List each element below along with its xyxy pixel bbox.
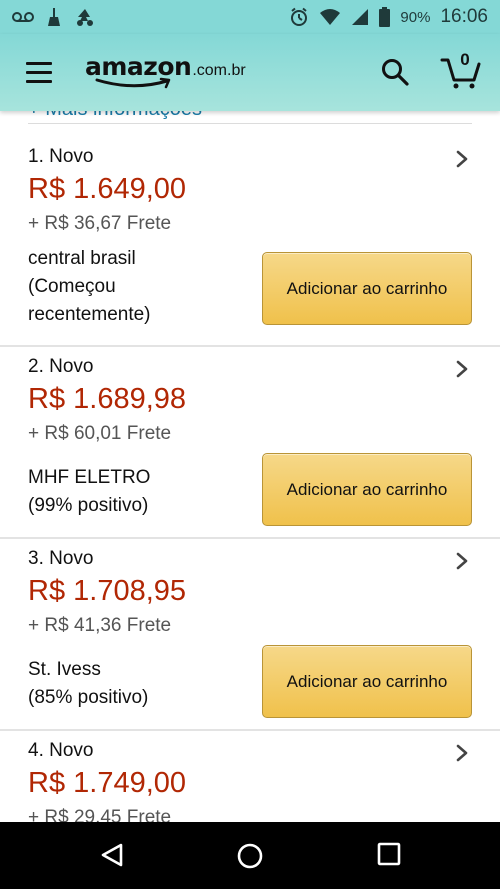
offer-price: R$ 1.649,00 [28,173,187,205]
battery-icon [379,7,391,27]
offer-shipping: + R$ 60,01 Frete [28,423,172,444]
seller-rating-detail: recentemente) [28,304,151,325]
back-icon[interactable] [99,842,125,868]
home-icon[interactable] [236,842,264,870]
recycle-icon [74,7,96,27]
signal-icon [351,8,369,26]
offer-row[interactable]: 2. Novo R$ 1.689,98 + R$ 60,01 Frete MHF… [0,347,500,538]
offer-row[interactable]: 1. Novo R$ 1.649,00 + R$ 36,67 Frete cen… [0,111,500,347]
battery-percent: 90% [400,8,431,26]
offer-title: 3. Novo [28,548,94,569]
broom-icon [46,7,62,27]
chevron-right-icon[interactable] [455,150,469,168]
chevron-right-icon[interactable] [455,744,469,762]
amazon-logo[interactable]: amazon .com.br [85,52,246,91]
chevron-right-icon[interactable] [455,360,469,378]
status-right-icons: 90% 16:06 [289,6,488,28]
offer-title: 2. Novo [28,356,94,377]
chevron-right-icon[interactable] [455,552,469,570]
offer-price: R$ 1.708,95 [28,575,187,607]
logo-domain: .com.br [192,62,246,79]
seller-name[interactable]: central brasil [28,245,136,273]
seller-name[interactable]: MHF ELETRO [28,464,150,492]
seller-rating: (Começou [28,276,116,297]
offer-title: 4. Novo [28,740,94,761]
offer-price: R$ 1.749,00 [28,767,187,799]
offer-shipping: + R$ 36,67 Frete [28,213,172,234]
add-to-cart-button[interactable]: Adicionar ao carrinho [262,645,472,718]
seller-name[interactable]: St. Ivess [28,656,101,684]
add-to-cart-button[interactable]: Adicionar ao carrinho [262,252,472,325]
cart-count: 0 [460,50,470,69]
status-left-icons [12,7,96,27]
seller-rating: (85% positivo) [28,687,149,708]
offer-row[interactable]: 4. Novo R$ 1.749,00 + R$ 29,45 Frete [0,731,500,822]
alarm-icon [289,7,309,27]
app-header: amazon .com.br [0,34,500,111]
smile-arrow-icon [95,77,171,89]
offer-row[interactable]: 3. Novo R$ 1.708,95 + R$ 41,36 Frete St.… [0,539,500,730]
voicemail-icon [12,11,34,23]
offer-shipping: + R$ 41,36 Frete [28,615,172,636]
search-icon[interactable] [381,58,409,86]
clock-time: 16:06 [440,6,488,27]
offer-shipping: + R$ 29,45 Frete [28,807,172,822]
wifi-icon [319,8,341,26]
add-to-cart-button[interactable]: Adicionar ao carrinho [262,453,472,526]
menu-icon[interactable] [26,62,52,84]
navigation-bar [0,822,500,889]
seller-rating: (99% positivo) [28,495,149,516]
offer-title: 1. Novo [28,146,94,167]
offer-price: R$ 1.689,98 [28,383,187,415]
offers-list[interactable]: + Mais informações 1. Novo R$ 1.649,00 +… [0,111,500,822]
status-bar: 90% 16:06 [0,0,500,34]
recents-icon[interactable] [377,842,401,866]
